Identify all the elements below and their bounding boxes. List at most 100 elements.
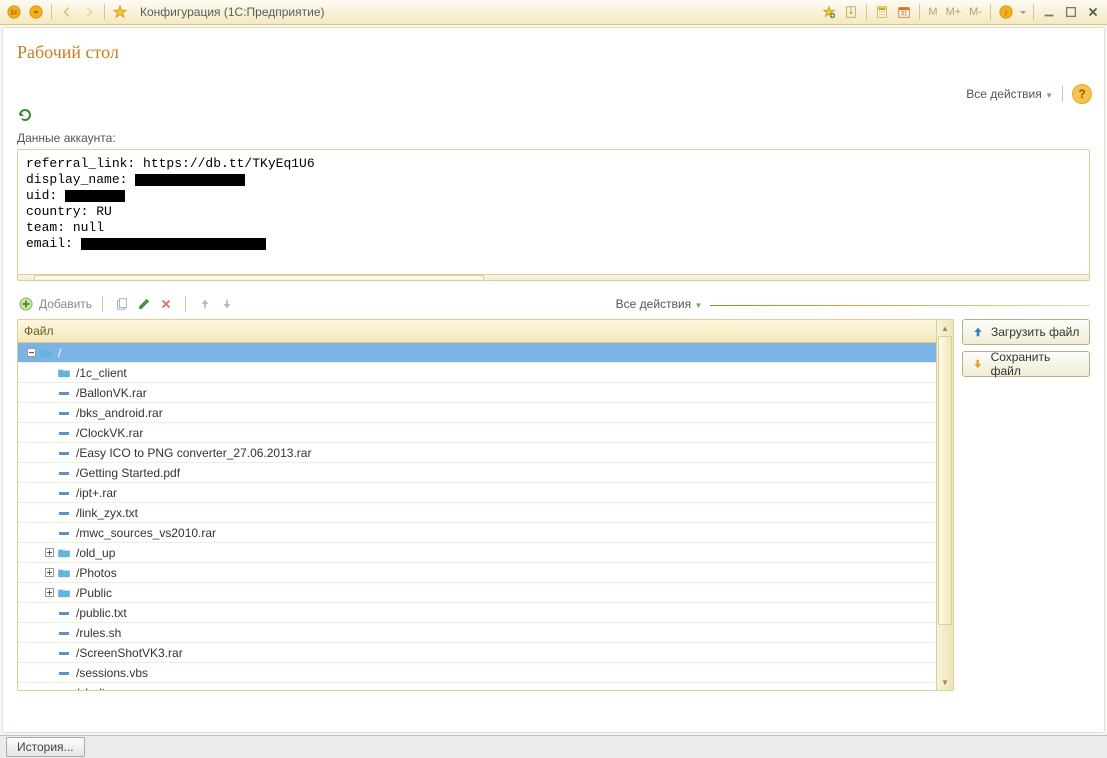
window-title: Конфигурация (1С:Предприятие) (140, 5, 325, 19)
tree-row[interactable]: ▬/sessions.vbs (18, 663, 936, 683)
fav-add-icon[interactable] (819, 2, 839, 22)
minimize-button[interactable] (1039, 2, 1059, 22)
file-icon: ▬ (56, 626, 72, 640)
tree-row-label: / (58, 346, 61, 360)
upload-file-button[interactable]: Загрузить файл (962, 319, 1090, 345)
folder-icon (56, 586, 72, 600)
move-down-icon[interactable] (218, 295, 236, 313)
account-hscroll[interactable]: ◀ ▶ (18, 274, 1089, 281)
scroll-right-icon[interactable]: ▶ (1073, 275, 1089, 281)
tree-row-label: /public.txt (76, 606, 127, 620)
tree-row-label: /1c_client (76, 366, 127, 380)
bookmark-icon[interactable] (841, 2, 861, 22)
email-label: email: (26, 236, 73, 251)
nav-forward-icon[interactable] (79, 2, 99, 22)
calendar-icon[interactable]: 31 (894, 2, 914, 22)
tree-row[interactable]: ▬/ClockVK.rar (18, 423, 936, 443)
folder-icon (56, 366, 72, 380)
tree-row-root[interactable]: / (18, 343, 936, 363)
delete-icon[interactable] (157, 295, 175, 313)
account-data-box: referral_link: https://db.tt/TKyEq1U6 di… (17, 149, 1090, 281)
folder-icon (38, 346, 54, 360)
referral-value: https://db.tt/TKyEq1U6 (135, 156, 314, 171)
save-file-button[interactable]: Сохранить файл (962, 351, 1090, 377)
tree-row[interactable]: ▬ /Easy ICO to PNG converter_27.06.2013.r… (18, 443, 936, 463)
file-tree: Файл / /1c_client ▬/BallonVK.rar ▬ /bks_andr… (17, 319, 954, 691)
tree-row[interactable]: /Photos (18, 563, 936, 583)
team-label: team: (26, 220, 65, 235)
favorite-star-icon[interactable] (110, 2, 130, 22)
file-icon: ▬ (56, 426, 72, 440)
maximize-button[interactable] (1061, 2, 1081, 22)
m-button[interactable]: M (925, 6, 940, 18)
status-bar: История... (0, 735, 1107, 758)
refresh-icon[interactable] (17, 107, 33, 123)
expand-icon[interactable] (42, 566, 56, 580)
scroll-left-icon[interactable]: ◀ (18, 275, 34, 281)
tree-row[interactable]: ▬/link_zyx.txt (18, 503, 936, 523)
history-button[interactable]: История... (6, 737, 85, 757)
download-icon (971, 357, 985, 371)
tree-row-label: /ScreenShotVK3.rar (76, 646, 183, 660)
tree-row-label: /ipt+.rar (76, 486, 117, 500)
tree-row[interactable]: ▬/sh.dt (18, 683, 936, 691)
move-up-icon[interactable] (196, 295, 214, 313)
add-label[interactable]: Добавить (39, 297, 92, 311)
m-plus-button[interactable]: M+ (943, 6, 965, 18)
tree-row[interactable]: ▬ /rules.sh (18, 623, 936, 643)
all-actions-link[interactable]: Все действия ▼ (966, 87, 1053, 101)
expand-icon[interactable] (42, 546, 56, 560)
tree-row-label: /Photos (76, 566, 117, 580)
tree-row[interactable]: /Public (18, 583, 936, 603)
upload-icon (971, 325, 985, 339)
tree-row[interactable]: ▬ /ScreenShotVK3.rar (18, 643, 936, 663)
titlebar: 1c Конфигурация (1С:Предприятие) 31 M M+… (0, 0, 1107, 25)
vscroll-thumb[interactable] (938, 336, 952, 625)
edit-icon[interactable] (135, 295, 153, 313)
help-icon[interactable]: ? (1072, 84, 1092, 104)
uid-label: uid: (26, 188, 57, 203)
file-icon: ▬ (56, 606, 72, 620)
file-icon: ▬ (56, 646, 72, 660)
info-dropdown-icon[interactable] (1018, 2, 1028, 22)
scroll-down-icon[interactable]: ▼ (937, 674, 953, 690)
logo-1c-icon: 1c (4, 2, 24, 22)
tree-row-label: /link_zyx.txt (76, 506, 138, 520)
add-icon[interactable] (17, 295, 35, 313)
tree-header[interactable]: Файл (18, 320, 936, 343)
collapse-icon[interactable] (24, 346, 38, 360)
tree-row[interactable]: ▬/Getting Started.pdf (18, 463, 936, 483)
upload-file-label: Загрузить файл (991, 325, 1079, 339)
tree-row[interactable]: ▬/mwc_sources_vs2010.rar (18, 523, 936, 543)
close-button[interactable] (1083, 2, 1103, 22)
nav-back-icon[interactable] (57, 2, 77, 22)
file-icon: ▬ (56, 486, 72, 500)
tree-row[interactable]: /1c_client (18, 363, 936, 383)
tree-row-label: /old_up (76, 546, 115, 560)
copy-icon[interactable] (113, 295, 131, 313)
tree-row-label: /bks_android.rar (76, 406, 163, 420)
expand-icon[interactable] (42, 586, 56, 600)
list-all-actions-link[interactable]: Все действия ▼ (616, 297, 703, 311)
tree-row[interactable]: ▬ /bks_android.rar (18, 403, 936, 423)
calculator-icon[interactable] (872, 2, 892, 22)
folder-icon (56, 566, 72, 580)
hscroll-thumb[interactable] (34, 275, 484, 281)
tree-row[interactable]: /old_up (18, 543, 936, 563)
tree-row-label: /rules.sh (76, 626, 121, 640)
tree-row-label: /Easy ICO to PNG converter_27.06.2013.ra… (76, 446, 311, 460)
info-icon[interactable]: i (996, 2, 1016, 22)
tree-row[interactable]: ▬/BallonVK.rar (18, 383, 936, 403)
tree-row[interactable]: ▬ /public.txt (18, 603, 936, 623)
scroll-up-icon[interactable]: ▲ (937, 320, 953, 336)
tree-row[interactable]: ▬ /ipt+.rar (18, 483, 936, 503)
file-icon: ▬ (56, 446, 72, 460)
svg-text:1c: 1c (10, 10, 18, 17)
tree-vscroll[interactable]: ▲ ▼ (936, 320, 953, 690)
dropdown-icon[interactable] (26, 2, 46, 22)
m-minus-button[interactable]: M- (966, 6, 985, 18)
page-title: Рабочий стол (3, 28, 1104, 69)
file-icon: ▬ (56, 406, 72, 420)
file-icon: ▬ (56, 526, 72, 540)
file-icon: ▬ (56, 686, 72, 692)
